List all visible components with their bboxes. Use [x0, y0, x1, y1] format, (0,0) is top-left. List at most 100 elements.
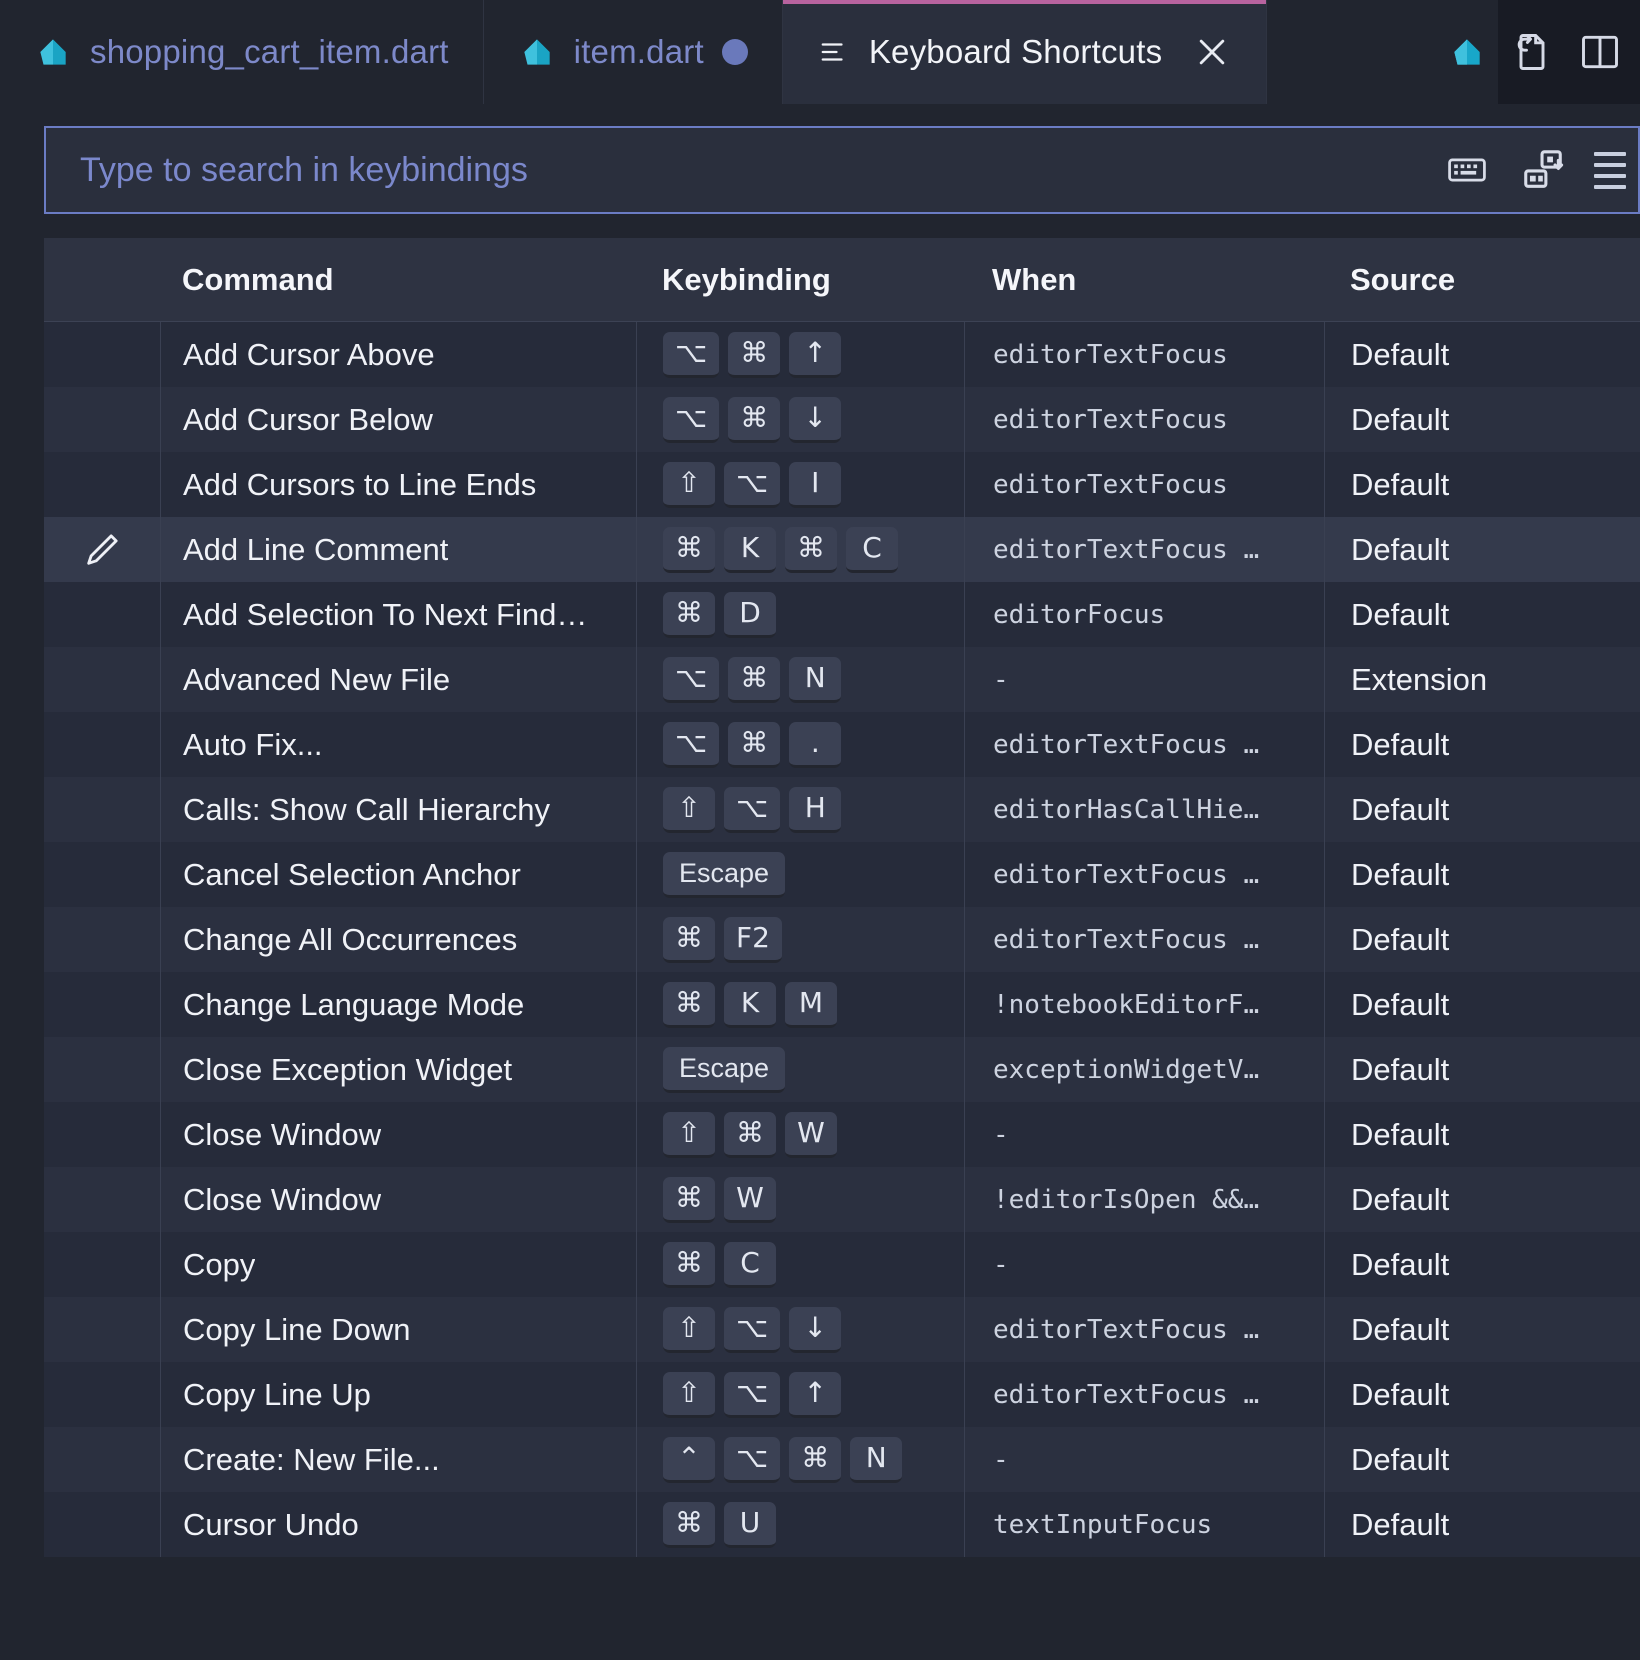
table-row[interactable]: Copy Line Up⇧⌥↑editorTextFocus …Default: [44, 1362, 1640, 1427]
cell-keybinding: ⌘F2: [636, 907, 964, 972]
tab-label: Keyboard Shortcuts: [869, 33, 1162, 71]
table-row[interactable]: Close Window⌘W!editorIsOpen &&…Default: [44, 1167, 1640, 1232]
cell-source: Default: [1324, 1362, 1640, 1427]
key-chip: ⌘: [663, 1502, 715, 1548]
key-chip: Escape: [663, 1047, 785, 1093]
source-label: Default: [1351, 1507, 1449, 1543]
key-chip: ⌥: [724, 1437, 780, 1483]
table-row[interactable]: Auto Fix...⌥⌘.editorTextFocus …Default: [44, 712, 1640, 777]
key-chip: K: [724, 982, 776, 1028]
command-label: Add Selection To Next Find…: [183, 597, 587, 633]
key-chip: N: [789, 657, 841, 703]
source-label: Default: [1351, 792, 1449, 828]
tab-bar-filler: [1267, 0, 1436, 104]
tab-label: item.dart: [574, 33, 704, 71]
key-chip: ⌘: [728, 722, 780, 768]
table-row[interactable]: Add Cursor Above⌥⌘↑editorTextFocusDefaul…: [44, 322, 1640, 387]
search-container: [44, 126, 1640, 214]
command-label: Close Window: [183, 1182, 381, 1218]
key-chip: ⌘: [785, 527, 837, 573]
cell-keybinding: ⌘KM: [636, 972, 964, 1037]
key-chip: ⌘: [728, 657, 780, 703]
cell-keybinding: ⌘U: [636, 1492, 964, 1557]
cell-command: Auto Fix...: [160, 712, 636, 777]
editor-tab-2[interactable]: item.dart: [484, 0, 783, 104]
row-action-gutter: [44, 972, 160, 1037]
list-icon: [817, 37, 851, 67]
table-row[interactable]: Close Window⇧⌘W-Default: [44, 1102, 1640, 1167]
source-label: Default: [1351, 1247, 1449, 1283]
command-label: Change All Occurrences: [183, 922, 517, 958]
unsaved-indicator-dot[interactable]: [722, 39, 748, 65]
sort-by-precedence-icon[interactable]: [1518, 145, 1568, 195]
cell-keybinding: ⇧⌥↓: [636, 1297, 964, 1362]
table-row[interactable]: Cursor Undo ⌘UtextInputFocus Default: [44, 1492, 1640, 1557]
when-label: editorTextFocus: [993, 470, 1228, 500]
table-row[interactable]: Advanced New File⌥⌘N-Extension: [44, 647, 1640, 712]
split-editor-icon[interactable]: [1574, 26, 1626, 78]
table-row[interactable]: Copy Line Down⇧⌥↓editorTextFocus …Defaul…: [44, 1297, 1640, 1362]
cell-source: Extension: [1324, 647, 1640, 712]
open-changes-icon[interactable]: [1506, 26, 1558, 78]
editor-tab-3[interactable]: Keyboard Shortcuts: [783, 0, 1267, 104]
cell-keybinding: ⌥⌘↑: [636, 322, 964, 387]
table-row[interactable]: Calls: Show Call Hierarchy⇧⌥HeditorHasCa…: [44, 777, 1640, 842]
more-actions-icon[interactable]: [1594, 152, 1628, 189]
cell-source: Default: [1324, 387, 1640, 452]
table-row[interactable]: Close Exception WidgetEscapeexceptionWid…: [44, 1037, 1640, 1102]
cell-when: -: [964, 1102, 1324, 1167]
row-action-gutter: [44, 842, 160, 907]
table-row[interactable]: Cancel Selection AnchorEscapeeditorTextF…: [44, 842, 1640, 907]
cell-when: exceptionWidgetV…: [964, 1037, 1324, 1102]
table-header: Command Keybinding When Source: [44, 238, 1640, 322]
cell-when: textInputFocus: [964, 1492, 1324, 1557]
row-action-gutter: [44, 1492, 160, 1557]
key-chip: C: [724, 1242, 776, 1288]
record-keys-icon[interactable]: [1442, 145, 1492, 195]
edit-pencil-icon[interactable]: [82, 530, 122, 570]
when-label: -: [993, 1250, 1009, 1280]
table-row[interactable]: Change Language Mode⌘KM!notebookEditorF……: [44, 972, 1640, 1037]
source-label: Default: [1351, 1442, 1449, 1478]
cell-source: Default: [1324, 582, 1640, 647]
source-label: Default: [1351, 402, 1449, 438]
command-label: Cursor Undo: [183, 1507, 359, 1543]
close-icon[interactable]: [1192, 32, 1232, 72]
key-chip: ⌘: [663, 592, 715, 638]
cell-keybinding: ⌘W: [636, 1167, 964, 1232]
table-row[interactable]: Add Cursors to Line Ends⇧⌥IeditorTextFoc…: [44, 452, 1640, 517]
keybindings-table: Command Keybinding When Source Add Curso…: [44, 238, 1640, 1557]
cell-keybinding: ⌥⌘.: [636, 712, 964, 777]
key-chip: C: [846, 527, 898, 573]
when-label: editorTextFocus …: [993, 1380, 1259, 1410]
column-header-command[interactable]: Command: [160, 262, 636, 298]
column-header-source[interactable]: Source: [1324, 262, 1640, 298]
table-row[interactable]: Add Selection To Next Find…⌘DeditorFocus…: [44, 582, 1640, 647]
source-label: Default: [1351, 1117, 1449, 1153]
table-body: Add Cursor Above⌥⌘↑editorTextFocusDefaul…: [44, 322, 1640, 1557]
cell-when: !editorIsOpen &&…: [964, 1167, 1324, 1232]
column-header-keybinding[interactable]: Keybinding: [636, 262, 964, 298]
cell-command: Close Window: [160, 1167, 636, 1232]
table-row[interactable]: Add Cursor Below⌥⌘↓editorTextFocusDefaul…: [44, 387, 1640, 452]
cell-when: editorTextFocus: [964, 387, 1324, 452]
key-chip: ⇧: [663, 1372, 715, 1418]
table-row[interactable]: Add Line Comment⌘K⌘CeditorTextFocus …Def…: [44, 517, 1640, 582]
key-chip: .: [789, 722, 841, 768]
cell-keybinding: ⌘C: [636, 1232, 964, 1297]
cell-command: Copy Line Down: [160, 1297, 636, 1362]
row-action-gutter: [44, 387, 160, 452]
column-header-when[interactable]: When: [964, 262, 1324, 298]
table-row[interactable]: Create: New File...⌃⌥⌘N-Default: [44, 1427, 1640, 1492]
source-label: Default: [1351, 532, 1449, 568]
source-label: Default: [1351, 987, 1449, 1023]
table-row[interactable]: Change All Occurrences⌘F2editorTextFocus…: [44, 907, 1640, 972]
editor-tab-1[interactable]: shopping_cart_item.dart: [0, 0, 484, 104]
key-chip: F2: [724, 917, 782, 963]
command-label: Advanced New File: [183, 662, 450, 698]
cell-when: editorHasCallHie…: [964, 777, 1324, 842]
search-input[interactable]: [46, 151, 1442, 190]
key-chip: ⌥: [724, 787, 780, 833]
key-chip: ⇧: [663, 1112, 715, 1158]
table-row[interactable]: Copy⌘C-Default: [44, 1232, 1640, 1297]
